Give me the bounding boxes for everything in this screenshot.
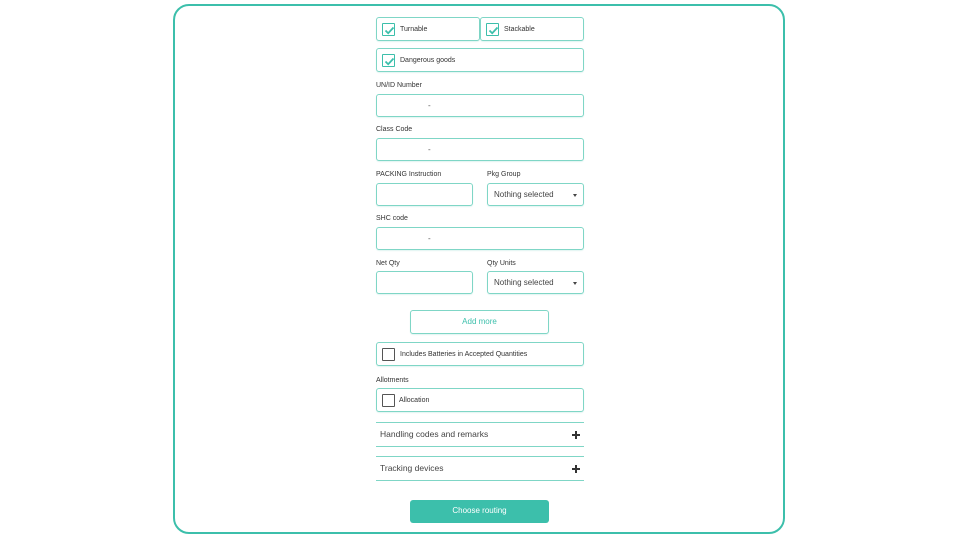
class-code-value: - (428, 145, 431, 154)
stackable-checkbox[interactable] (486, 23, 499, 36)
add-more-button[interactable]: Add more (410, 310, 549, 334)
dangerous-goods-label: Dangerous goods (400, 57, 456, 64)
turnable-checkbox-row[interactable]: Turnable (376, 17, 480, 41)
caret-down-icon (573, 194, 577, 197)
check-icon (384, 26, 395, 35)
turnable-checkbox[interactable] (382, 23, 395, 36)
stackable-checkbox-row[interactable]: Stackable (480, 17, 584, 41)
stackable-label: Stackable (504, 26, 535, 33)
qty-units-label: Qty Units (487, 260, 516, 267)
tracking-devices-accordion-header[interactable]: Tracking devices (376, 457, 584, 480)
dangerous-goods-checkbox-row[interactable]: Dangerous goods (376, 48, 584, 72)
plus-icon[interactable] (572, 465, 580, 473)
un-id-number-value: - (428, 101, 431, 110)
qty-units-selected: Nothing selected (494, 278, 554, 287)
allocation-label: Allocation (399, 397, 430, 404)
choose-routing-button[interactable]: Choose routing (410, 500, 549, 523)
allocation-checkbox-row[interactable]: Allocation (376, 388, 584, 412)
caret-down-icon (573, 282, 577, 285)
check-icon (384, 57, 395, 66)
handling-codes-accordion-header[interactable]: Handling codes and remarks (376, 423, 584, 446)
qty-units-select[interactable]: Nothing selected (487, 271, 584, 294)
class-code-input[interactable]: - (376, 138, 584, 161)
net-qty-label: Net Qty (376, 260, 400, 267)
packing-instruction-label: PACKING Instruction (376, 171, 442, 178)
net-qty-input[interactable] (376, 271, 473, 294)
pkg-group-selected: Nothing selected (494, 190, 554, 199)
includes-batteries-checkbox[interactable] (382, 348, 395, 361)
plus-icon[interactable] (572, 431, 580, 439)
shc-code-label: SHC code (376, 215, 408, 222)
divider (376, 480, 584, 481)
shc-code-value: - (428, 234, 431, 243)
form-card (173, 4, 785, 534)
tracking-devices-title: Tracking devices (380, 463, 444, 473)
allocation-checkbox[interactable] (382, 394, 395, 407)
pkg-group-label: Pkg Group (487, 171, 521, 178)
divider (376, 446, 584, 447)
turnable-label: Turnable (400, 26, 428, 33)
allotments-label: Allotments (376, 377, 409, 384)
packing-instruction-input[interactable] (376, 183, 473, 206)
includes-batteries-checkbox-row[interactable]: Includes Batteries in Accepted Quantitie… (376, 342, 584, 366)
class-code-label: Class Code (376, 126, 413, 133)
dangerous-goods-checkbox[interactable] (382, 54, 395, 67)
shc-code-input[interactable]: - (376, 227, 584, 250)
pkg-group-select[interactable]: Nothing selected (487, 183, 584, 206)
check-icon (488, 26, 499, 35)
handling-codes-title: Handling codes and remarks (380, 429, 489, 439)
un-id-number-input[interactable]: - (376, 94, 584, 117)
includes-batteries-label: Includes Batteries in Accepted Quantitie… (400, 351, 528, 358)
un-id-number-label: UN/ID Number (376, 82, 422, 89)
